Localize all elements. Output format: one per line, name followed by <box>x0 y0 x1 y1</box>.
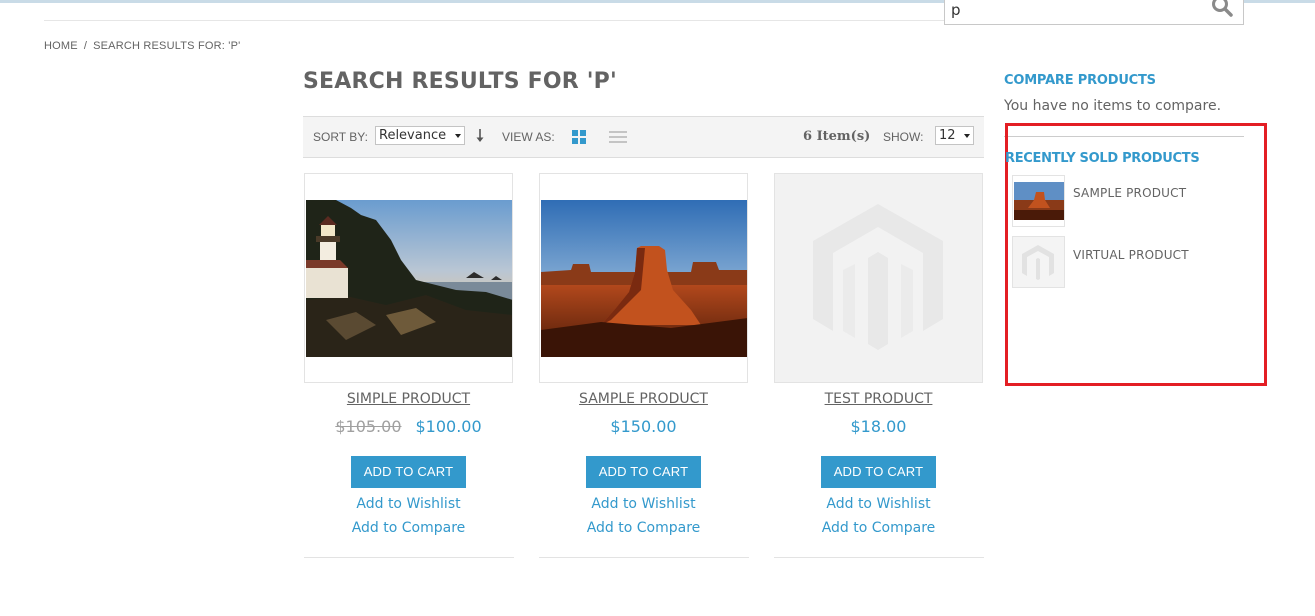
breadcrumb-home-link[interactable]: HOME <box>44 40 78 52</box>
sort-by-value: Relevance <box>379 128 447 143</box>
product-name[interactable]: TEST PRODUCT <box>774 389 983 409</box>
regular-price: $150.00 <box>610 417 677 436</box>
chevron-down-icon <box>964 134 970 138</box>
limiter-value: 12 <box>939 128 956 143</box>
product-image-link[interactable] <box>774 173 983 383</box>
compare-products-title: COMPARE PRODUCTS <box>1004 73 1156 88</box>
product-name[interactable]: SAMPLE PRODUCT <box>539 389 748 409</box>
desert-butte-photo <box>541 200 747 357</box>
add-to-cart-button[interactable]: ADD TO CART <box>821 456 936 488</box>
header-divider <box>44 20 944 21</box>
toolbar: SORT BY: Relevance VIEW AS: 6 Item(s) SH… <box>303 116 984 158</box>
add-to-wishlist-link[interactable]: Add to Wishlist <box>304 492 513 516</box>
recently-sold-name[interactable]: SAMPLE PRODUCT <box>1073 186 1186 200</box>
add-to-wishlist-link[interactable]: Add to Wishlist <box>774 492 983 516</box>
breadcrumb: HOME / SEARCH RESULTS FOR: 'P' <box>44 40 240 52</box>
view-as-label: VIEW AS: <box>502 130 555 144</box>
product-links: Add to Wishlist Add to Compare <box>774 492 983 540</box>
product-item: SAMPLE PRODUCT $150.00 ADD TO CART Add t… <box>539 173 748 540</box>
grid-view-icon[interactable] <box>572 130 586 144</box>
product-image-link[interactable] <box>539 173 748 383</box>
list-view-icon[interactable] <box>609 130 627 144</box>
product-links: Add to Wishlist Add to Compare <box>304 492 513 540</box>
item-count: 6 Item(s) <box>803 129 871 144</box>
page-title: SEARCH RESULTS FOR 'P' <box>303 69 617 94</box>
price-box: $150.00 <box>539 415 748 439</box>
add-to-wishlist-link[interactable]: Add to Wishlist <box>539 492 748 516</box>
recently-sold-title: RECENTLY SOLD PRODUCTS <box>1005 151 1200 166</box>
lighthouse-photo <box>306 200 512 357</box>
recently-sold-item: VIRTUAL PRODUCT <box>1012 236 1252 288</box>
magento-placeholder-logo <box>813 204 943 350</box>
product-image-link[interactable] <box>304 173 513 383</box>
search-button[interactable] <box>1209 0 1237 23</box>
special-price: $100.00 <box>415 417 482 436</box>
magento-placeholder-logo <box>1022 245 1054 280</box>
breadcrumb-separator: / <box>83 40 88 52</box>
recently-sold-item: SAMPLE PRODUCT <box>1012 175 1252 227</box>
search-form <box>944 0 1244 25</box>
price-box: $18.00 <box>774 415 983 439</box>
search-icon <box>1212 0 1233 17</box>
product-name[interactable]: SIMPLE PRODUCT <box>304 389 513 409</box>
add-to-compare-link[interactable]: Add to Compare <box>304 516 513 540</box>
old-price: $105.00 <box>335 417 402 436</box>
regular-price: $18.00 <box>850 417 907 436</box>
add-to-cart-button[interactable]: ADD TO CART <box>351 456 466 488</box>
sort-direction-icon[interactable] <box>475 128 485 144</box>
desert-butte-photo <box>1014 182 1064 220</box>
add-to-compare-link[interactable]: Add to Compare <box>539 516 748 540</box>
sort-by-select[interactable]: Relevance <box>375 126 465 145</box>
price-box: $105.00 $100.00 <box>304 415 513 439</box>
limiter-select[interactable]: 12 <box>935 126 974 145</box>
product-links: Add to Wishlist Add to Compare <box>539 492 748 540</box>
product-item: TEST PRODUCT $18.00 ADD TO CART Add to W… <box>774 173 983 540</box>
show-label: SHOW: <box>883 130 924 144</box>
recently-sold-thumb-link[interactable] <box>1012 175 1065 227</box>
add-to-cart-button[interactable]: ADD TO CART <box>586 456 701 488</box>
compare-empty-message: You have no items to compare. <box>1004 98 1222 114</box>
product-item: SIMPLE PRODUCT $105.00 $100.00 ADD TO CAR… <box>304 173 513 540</box>
sort-by-label: SORT BY: <box>313 130 368 144</box>
next-row-product-edge <box>539 557 749 563</box>
chevron-down-icon <box>455 134 461 138</box>
breadcrumb-current: SEARCH RESULTS FOR: 'P' <box>93 40 241 52</box>
recently-sold-name[interactable]: VIRTUAL PRODUCT <box>1073 248 1189 262</box>
next-row-product-edge <box>774 557 984 563</box>
add-to-compare-link[interactable]: Add to Compare <box>774 516 983 540</box>
next-row-product-edge <box>304 557 514 563</box>
recently-sold-thumb-link[interactable] <box>1012 236 1065 288</box>
search-input[interactable] <box>951 0 1201 21</box>
